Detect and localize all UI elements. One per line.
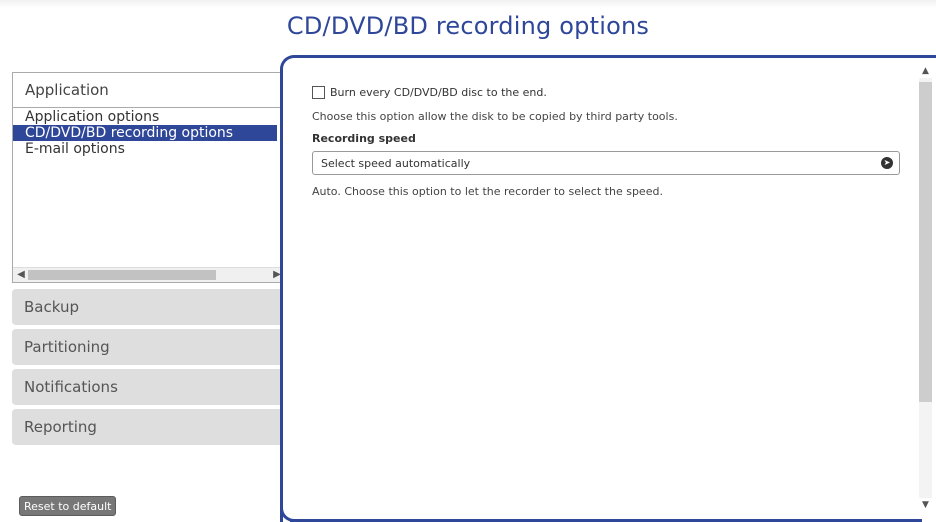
arrow-left-icon[interactable]: ◀ bbox=[14, 268, 28, 282]
list-item-cd-dvd-bd-recording-options[interactable]: CD/DVD/BD recording options bbox=[13, 125, 277, 141]
recording-speed-value: Select speed automatically bbox=[321, 156, 471, 170]
burn-to-end-label[interactable]: Burn every CD/DVD/BD disc to the end. bbox=[330, 86, 547, 99]
horizontal-scrollbar[interactable]: ◀ ▶ bbox=[13, 267, 289, 282]
list-item-application-options[interactable]: Application options bbox=[13, 109, 289, 125]
page-title: CD/DVD/BD recording options bbox=[286, 12, 650, 40]
burn-to-end-checkbox[interactable] bbox=[312, 85, 325, 99]
burn-to-end-row[interactable]: Burn every CD/DVD/BD disc to the end. bbox=[312, 84, 902, 100]
scrollbar-thumb[interactable] bbox=[919, 82, 932, 402]
reset-to-default-button[interactable]: Reset to default bbox=[19, 496, 117, 516]
section-header-application[interactable]: Application bbox=[13, 73, 288, 108]
circle-chevron-right-icon[interactable]: ➤ bbox=[881, 157, 893, 169]
options-listbox[interactable]: Application options CD/DVD/BD recording … bbox=[13, 109, 289, 267]
sidebar-section-reporting[interactable]: Reporting bbox=[12, 409, 288, 445]
sidebar-section-notifications[interactable]: Notifications bbox=[12, 369, 288, 405]
arrow-up-icon[interactable]: ▲ bbox=[917, 64, 934, 78]
panel-content: Burn every CD/DVD/BD disc to the end. Ch… bbox=[312, 84, 902, 199]
recording-speed-select[interactable]: Select speed automatically ➤ bbox=[312, 151, 900, 175]
panel-bottom-corner bbox=[280, 480, 294, 522]
arrow-down-icon[interactable]: ▼ bbox=[917, 498, 934, 512]
burn-to-end-description: Choose this option allow the disk to be … bbox=[312, 110, 678, 123]
sidebar-section-backup[interactable]: Backup bbox=[12, 289, 288, 325]
top-shadow bbox=[0, 0, 936, 8]
list-item-email-options[interactable]: E-mail options bbox=[13, 141, 289, 157]
recording-speed-description: Auto. Choose this option to let the reco… bbox=[312, 185, 663, 198]
sidebar-section-partitioning[interactable]: Partitioning bbox=[12, 329, 288, 365]
scrollbar-thumb[interactable] bbox=[28, 270, 216, 280]
sidebar-section-application: Application Application options CD/DVD/B… bbox=[12, 72, 289, 283]
recording-speed-label: Recording speed bbox=[312, 132, 416, 145]
vertical-scrollbar[interactable]: ▲ ▼ bbox=[917, 62, 934, 514]
